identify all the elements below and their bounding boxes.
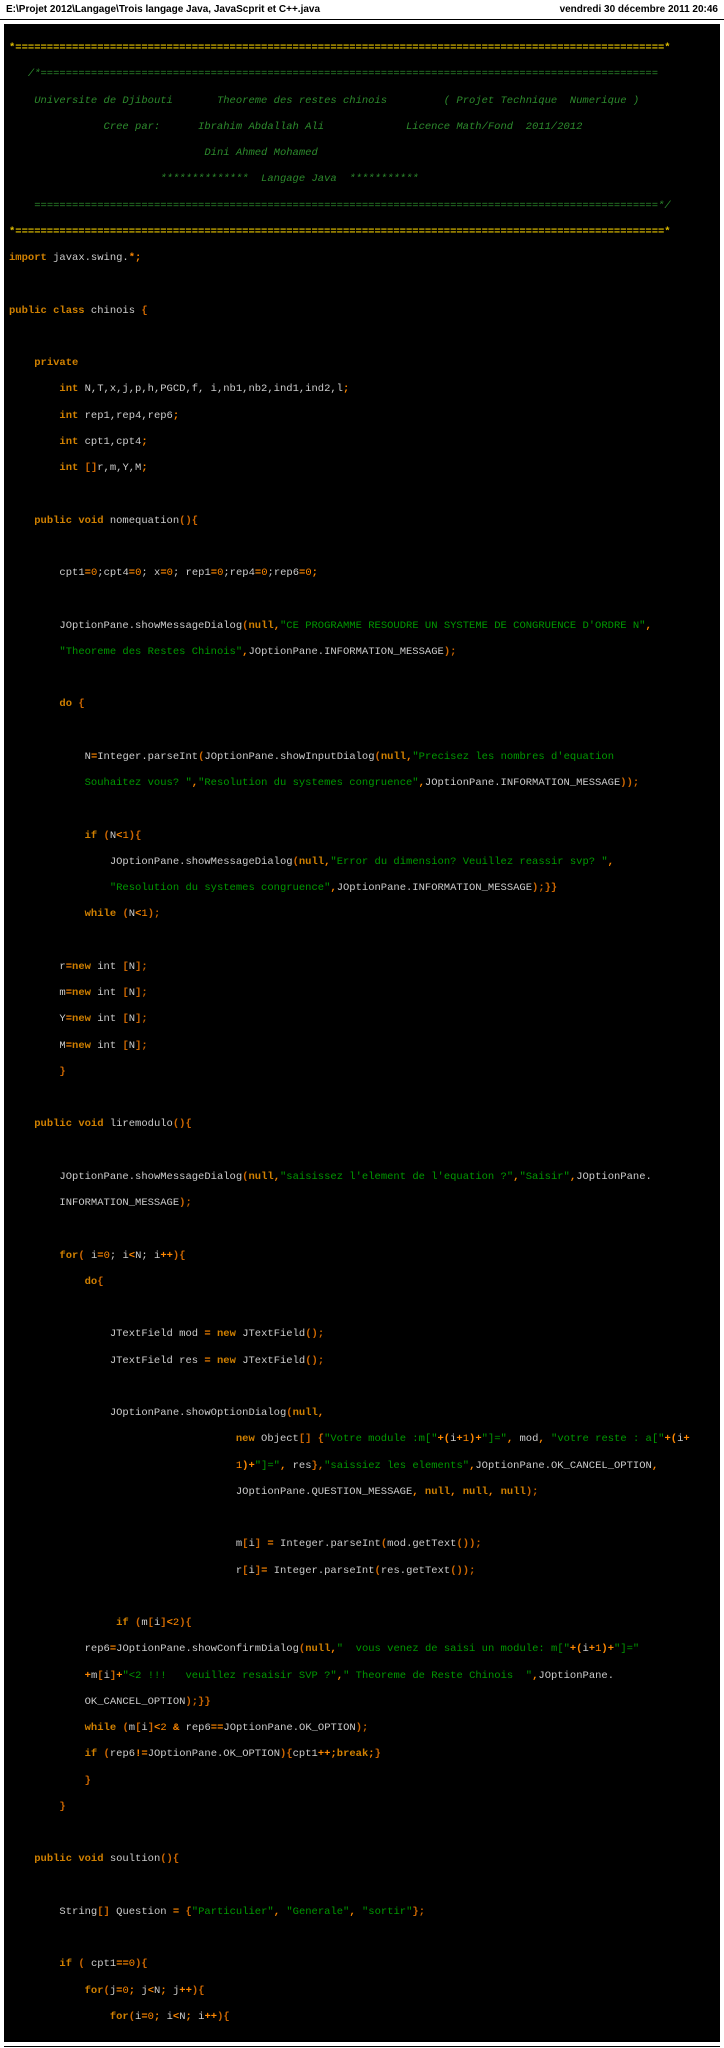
file-datetime: vendredi 30 décembre 2011 20:46 [560,4,718,15]
file-path: E:\Projet 2012\Langage\Trois langage Jav… [6,4,320,15]
page-number: -1- [0,2047,724,2048]
code-listing: *=======================================… [4,24,720,2042]
page-header: E:\Projet 2012\Langage\Trois langage Jav… [0,0,724,20]
